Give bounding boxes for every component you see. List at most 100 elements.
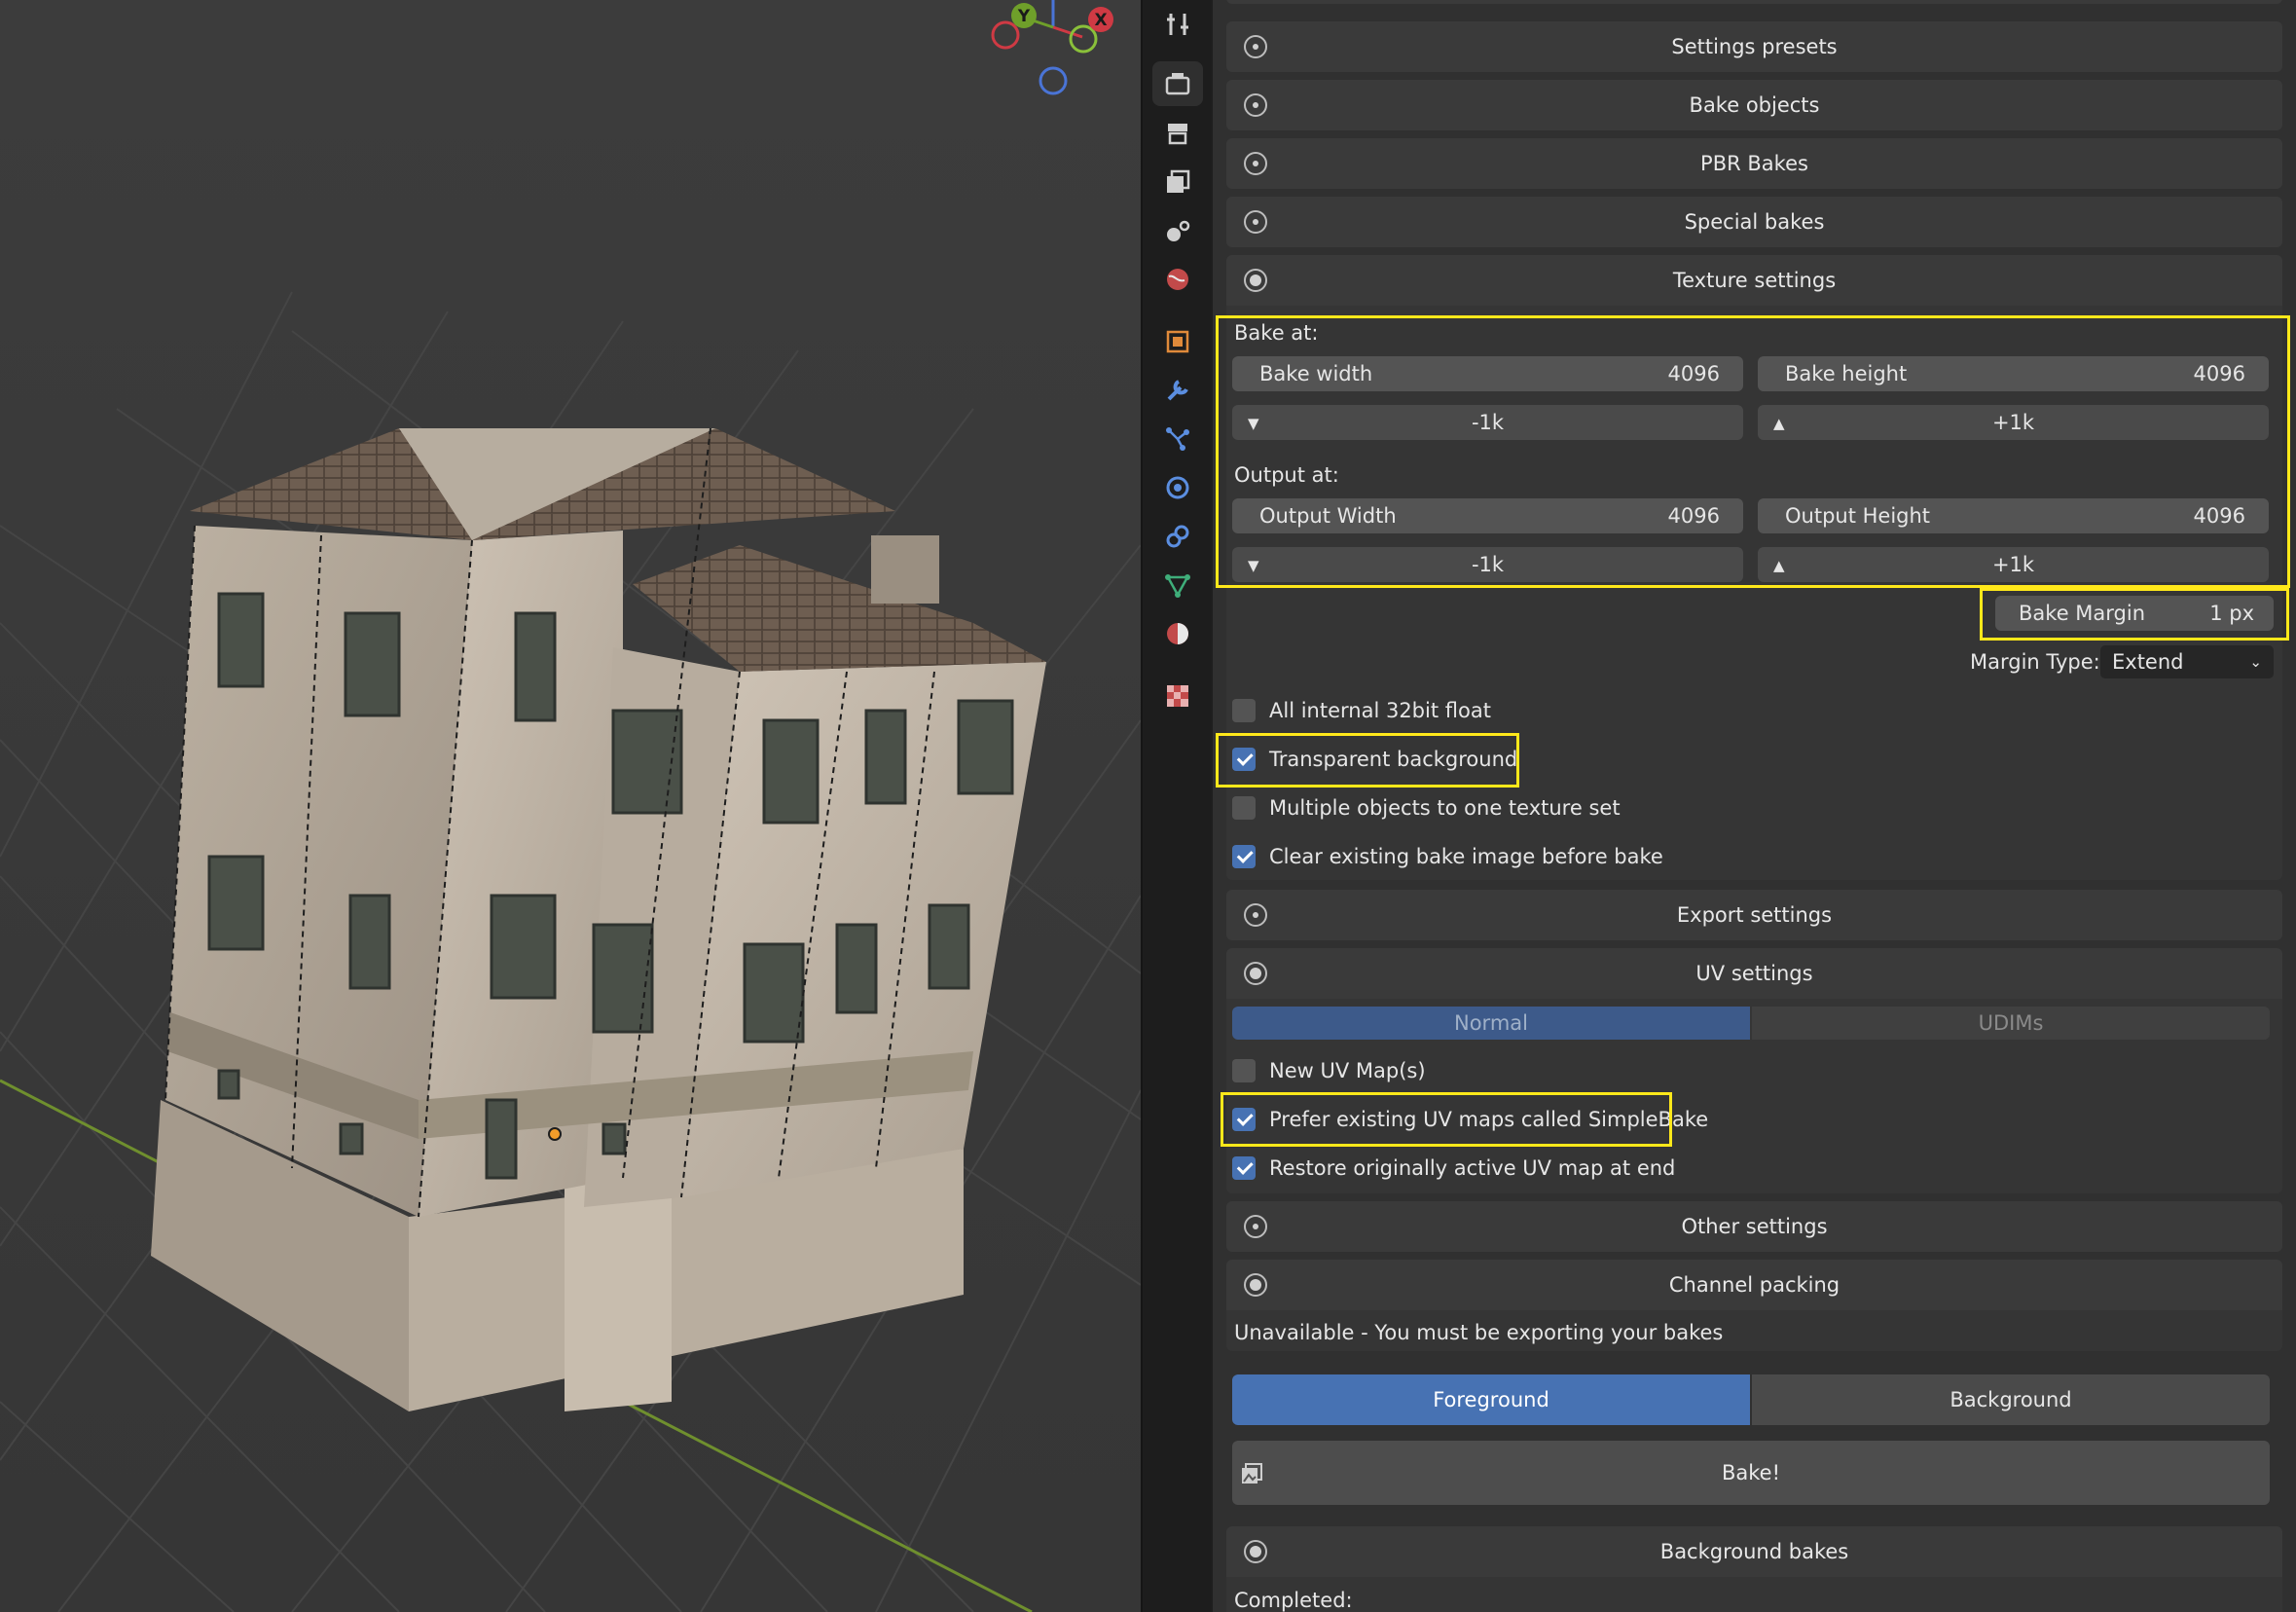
checkbox-label: Transparent background <box>1269 748 1518 771</box>
section-title: UV settings <box>1695 962 1813 985</box>
field-value: 1 px <box>2209 602 2254 625</box>
section-background-bakes[interactable]: Background bakes <box>1226 1526 2282 1577</box>
button-label: Bake! <box>1721 1461 1781 1484</box>
collapse-dot-icon <box>1244 1215 1267 1238</box>
checkbox-box-checked <box>1232 845 1256 868</box>
particles-icon <box>1166 427 1189 451</box>
data-icon <box>1165 574 1190 598</box>
bake-increase-1k-button[interactable]: ▲ +1k <box>1758 405 2269 440</box>
collapse-dot-icon <box>1244 152 1267 175</box>
bake-width-field[interactable]: Bake width 4096 <box>1232 356 1743 391</box>
triangle-up-icon: ▲ <box>1773 415 1785 432</box>
section-title: Other settings <box>1681 1215 1828 1238</box>
background-bakes-body <box>1226 1577 2282 1612</box>
bake-mode-toggle: Foreground Background <box>1232 1374 2270 1425</box>
tab-constraints[interactable] <box>1152 514 1203 559</box>
render-icon <box>1165 73 1190 95</box>
object-icon <box>1166 330 1189 353</box>
checkbox-label: All internal 32bit float <box>1269 699 1491 722</box>
section-bake-objects[interactable]: Bake objects <box>1226 80 2282 130</box>
triangle-down-icon: ▼ <box>1248 415 1259 432</box>
output-decrease-1k-button[interactable]: ▼ -1k <box>1232 547 1743 582</box>
section-special-bakes[interactable]: Special bakes <box>1226 197 2282 247</box>
uv-mode-normal[interactable]: Normal <box>1232 1007 1750 1040</box>
field-label: Bake width <box>1259 362 1373 385</box>
properties-tab-strip <box>1141 0 1211 1612</box>
tab-physics[interactable] <box>1152 465 1203 510</box>
bake-decrease-1k-button[interactable]: ▼ -1k <box>1232 405 1743 440</box>
checkbox-box-checked <box>1232 748 1256 771</box>
checkbox-label: Clear existing bake image before bake <box>1269 845 1663 868</box>
button-label: +1k <box>1991 411 2035 434</box>
foreground-mode-button[interactable]: Foreground <box>1232 1374 1750 1425</box>
tab-output[interactable] <box>1152 111 1203 156</box>
section-channel-packing[interactable]: Channel packing <box>1226 1260 2282 1310</box>
section-export-settings[interactable]: Export settings <box>1226 890 2282 940</box>
checkbox-label: Multiple objects to one texture set <box>1269 796 1621 820</box>
expanded-dot-icon <box>1244 962 1267 985</box>
texture-icon <box>1167 685 1188 707</box>
bake-margin-field[interactable]: Bake Margin 1 px <box>1995 596 2274 631</box>
checkbox-box-checked <box>1232 1156 1256 1180</box>
triangle-down-icon: ▼ <box>1248 557 1259 574</box>
bake-button[interactable]: Bake! <box>1232 1441 2270 1505</box>
tab-data[interactable] <box>1152 563 1203 607</box>
bake-height-field[interactable]: Bake height 4096 <box>1758 356 2269 391</box>
output-width-field[interactable]: Output Width 4096 <box>1232 498 1743 533</box>
transparent-background-checkbox[interactable]: Transparent background <box>1232 748 1517 771</box>
output-icon <box>1168 124 1187 145</box>
cut-off-row <box>1226 0 2282 4</box>
section-texture-settings[interactable]: Texture settings <box>1226 255 2282 306</box>
tab-modifier[interactable] <box>1152 368 1203 413</box>
gizmo-y-label: Y <box>1017 7 1031 26</box>
field-value: 4096 <box>2193 504 2245 528</box>
new-uv-maps-checkbox[interactable]: New UV Map(s) <box>1232 1059 1426 1082</box>
collapse-dot-icon <box>1244 93 1267 117</box>
section-pbr-bakes[interactable]: PBR Bakes <box>1226 138 2282 189</box>
bake-at-label: Bake at: <box>1234 321 1319 345</box>
button-label: +1k <box>1991 553 2035 576</box>
tab-material[interactable] <box>1152 611 1203 656</box>
multiple-objects-checkbox[interactable]: Multiple objects to one texture set <box>1232 796 1621 820</box>
uv-mode-udims[interactable]: UDIMs <box>1752 1007 2270 1040</box>
completed-label: Completed: <box>1234 1589 1353 1612</box>
output-height-field[interactable]: Output Height 4096 <box>1758 498 2269 533</box>
chevron-down-icon: ⌄ <box>2249 653 2262 671</box>
tab-texture[interactable] <box>1152 674 1203 718</box>
scene-icon <box>1167 220 1190 241</box>
checkbox-box <box>1232 699 1256 722</box>
tab-scene[interactable] <box>1152 208 1203 253</box>
tab-particles[interactable] <box>1152 417 1203 461</box>
expanded-dot-icon <box>1244 269 1267 292</box>
properties-panel: Settings presets Bake objects PBR Bakes … <box>1211 0 2296 1612</box>
background-mode-button[interactable]: Background <box>1752 1374 2270 1425</box>
clear-existing-checkbox[interactable]: Clear existing bake image before bake <box>1232 845 1663 868</box>
tab-render[interactable] <box>1152 61 1203 106</box>
field-label: Output Height <box>1785 504 1931 528</box>
prefer-existing-uv-checkbox[interactable]: Prefer existing UV maps called SimpleBak… <box>1232 1108 1708 1131</box>
section-title: Settings presets <box>1671 35 1838 58</box>
margin-type-select[interactable]: Extend ⌄ <box>2100 645 2274 678</box>
section-title: Export settings <box>1676 903 1833 927</box>
tab-world[interactable] <box>1152 257 1203 302</box>
section-uv-settings[interactable]: UV settings <box>1226 948 2282 999</box>
restore-active-uv-checkbox[interactable]: Restore originally active UV map at end <box>1232 1156 1675 1180</box>
collapse-dot-icon <box>1244 210 1267 234</box>
all-internal-32bit-checkbox[interactable]: All internal 32bit float <box>1232 699 1491 722</box>
section-other-settings[interactable]: Other settings <box>1226 1201 2282 1252</box>
tab-object[interactable] <box>1152 319 1203 364</box>
collapse-dot-icon <box>1244 903 1267 927</box>
tab-tool[interactable] <box>1152 2 1203 47</box>
3d-viewport[interactable]: Y X <box>0 0 1141 1612</box>
tab-view-layer[interactable] <box>1152 160 1203 204</box>
collapse-dot-icon <box>1244 35 1267 58</box>
section-title: Bake objects <box>1689 93 1820 117</box>
modifier-icon <box>1167 380 1188 401</box>
constraints-icon <box>1166 525 1189 548</box>
triangle-up-icon: ▲ <box>1773 557 1785 574</box>
section-settings-presets[interactable]: Settings presets <box>1226 21 2282 72</box>
output-increase-1k-button[interactable]: ▲ +1k <box>1758 547 2269 582</box>
output-at-label: Output at: <box>1234 463 1339 487</box>
view-layer-icon <box>1167 169 1190 193</box>
section-title: Channel packing <box>1668 1273 1840 1297</box>
